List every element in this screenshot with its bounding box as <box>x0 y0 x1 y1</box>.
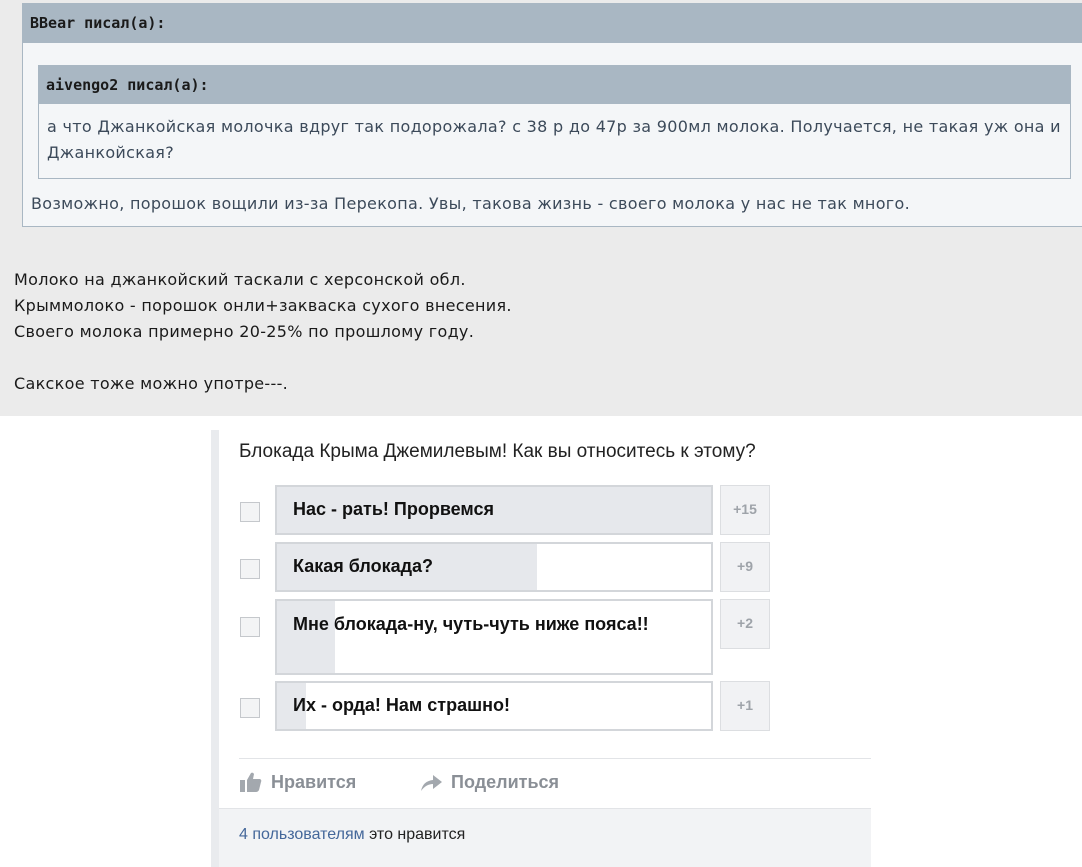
poll-widget: Блокада Крыма Джемилевым! Как вы относит… <box>211 430 871 867</box>
divider <box>239 758 871 759</box>
like-label: Нравится <box>271 772 357 792</box>
poll-option-count: +1 <box>720 681 770 731</box>
poll-option-bar[interactable]: Какая блокада? <box>275 542 713 592</box>
poll-option-bar[interactable]: Их - орда! Нам страшно! <box>275 681 713 731</box>
poll-option-label: Их - орда! Нам страшно! <box>293 695 510 715</box>
poll-option-checkbox[interactable] <box>240 617 260 637</box>
poll-option-checkbox[interactable] <box>240 559 260 579</box>
likes-text: это нравится <box>364 826 466 843</box>
likes-users-link[interactable]: 4 пользователям <box>239 826 365 843</box>
poll-option-label: Какая блокада? <box>293 556 434 576</box>
poll-option-count: +9 <box>720 542 770 592</box>
reply-line: Сакское тоже можно употре---. <box>14 374 289 393</box>
share-label: Поделиться <box>451 772 560 792</box>
quote-inner-author: aivengo2 писал(а): <box>39 66 1070 104</box>
poll-footer: 4 пользователям это нравится <box>219 808 871 867</box>
poll-question: Блокада Крыма Джемилевым! Как вы относит… <box>239 441 756 462</box>
thumbs-up-icon <box>240 772 262 792</box>
poll-option-count: +2 <box>720 599 770 649</box>
reply-line <box>14 345 512 371</box>
reply-line: Молоко на джанкойский таскали с херсонск… <box>14 270 466 289</box>
quote-outer: BBear писал(а): aivengo2 писал(а): а что… <box>22 3 1082 227</box>
forum-post: BBear писал(а): aivengo2 писал(а): а что… <box>0 0 1082 416</box>
poll-option-checkbox[interactable] <box>240 698 260 718</box>
quote-outer-text: Возможно, порошок вощили из-за Перекопа.… <box>31 194 910 213</box>
likes-summary: 4 пользователям это нравится <box>239 826 465 844</box>
poll-option-bar[interactable]: Мне блокада-ну, чуть-чуть ниже пояса!! <box>275 599 713 675</box>
poll-option-checkbox[interactable] <box>240 502 260 522</box>
reply-line: Крыммолоко - порошок онли+закваска сухог… <box>14 296 512 315</box>
poll-option-bar[interactable]: Нас - рать! Прорвемся <box>275 485 713 535</box>
share-arrow-icon <box>421 775 442 791</box>
quote-outer-author: BBear писал(а): <box>23 4 1082 43</box>
quote-inner: aivengo2 писал(а): а что Джанкойская мол… <box>38 65 1071 179</box>
poll-option-label: Нас - рать! Прорвемся <box>293 499 495 519</box>
reply-text: Молоко на джанкойский таскали с херсонск… <box>14 267 512 397</box>
poll-option-count: +15 <box>720 485 770 535</box>
quote-inner-text: а что Джанкойская молочка вдруг так подо… <box>47 117 1061 162</box>
reply-line: Своего молока примерно 20-25% по прошлом… <box>14 322 475 341</box>
poll-option-label: Мне блокада-ну, чуть-чуть ниже пояса!! <box>293 614 649 634</box>
